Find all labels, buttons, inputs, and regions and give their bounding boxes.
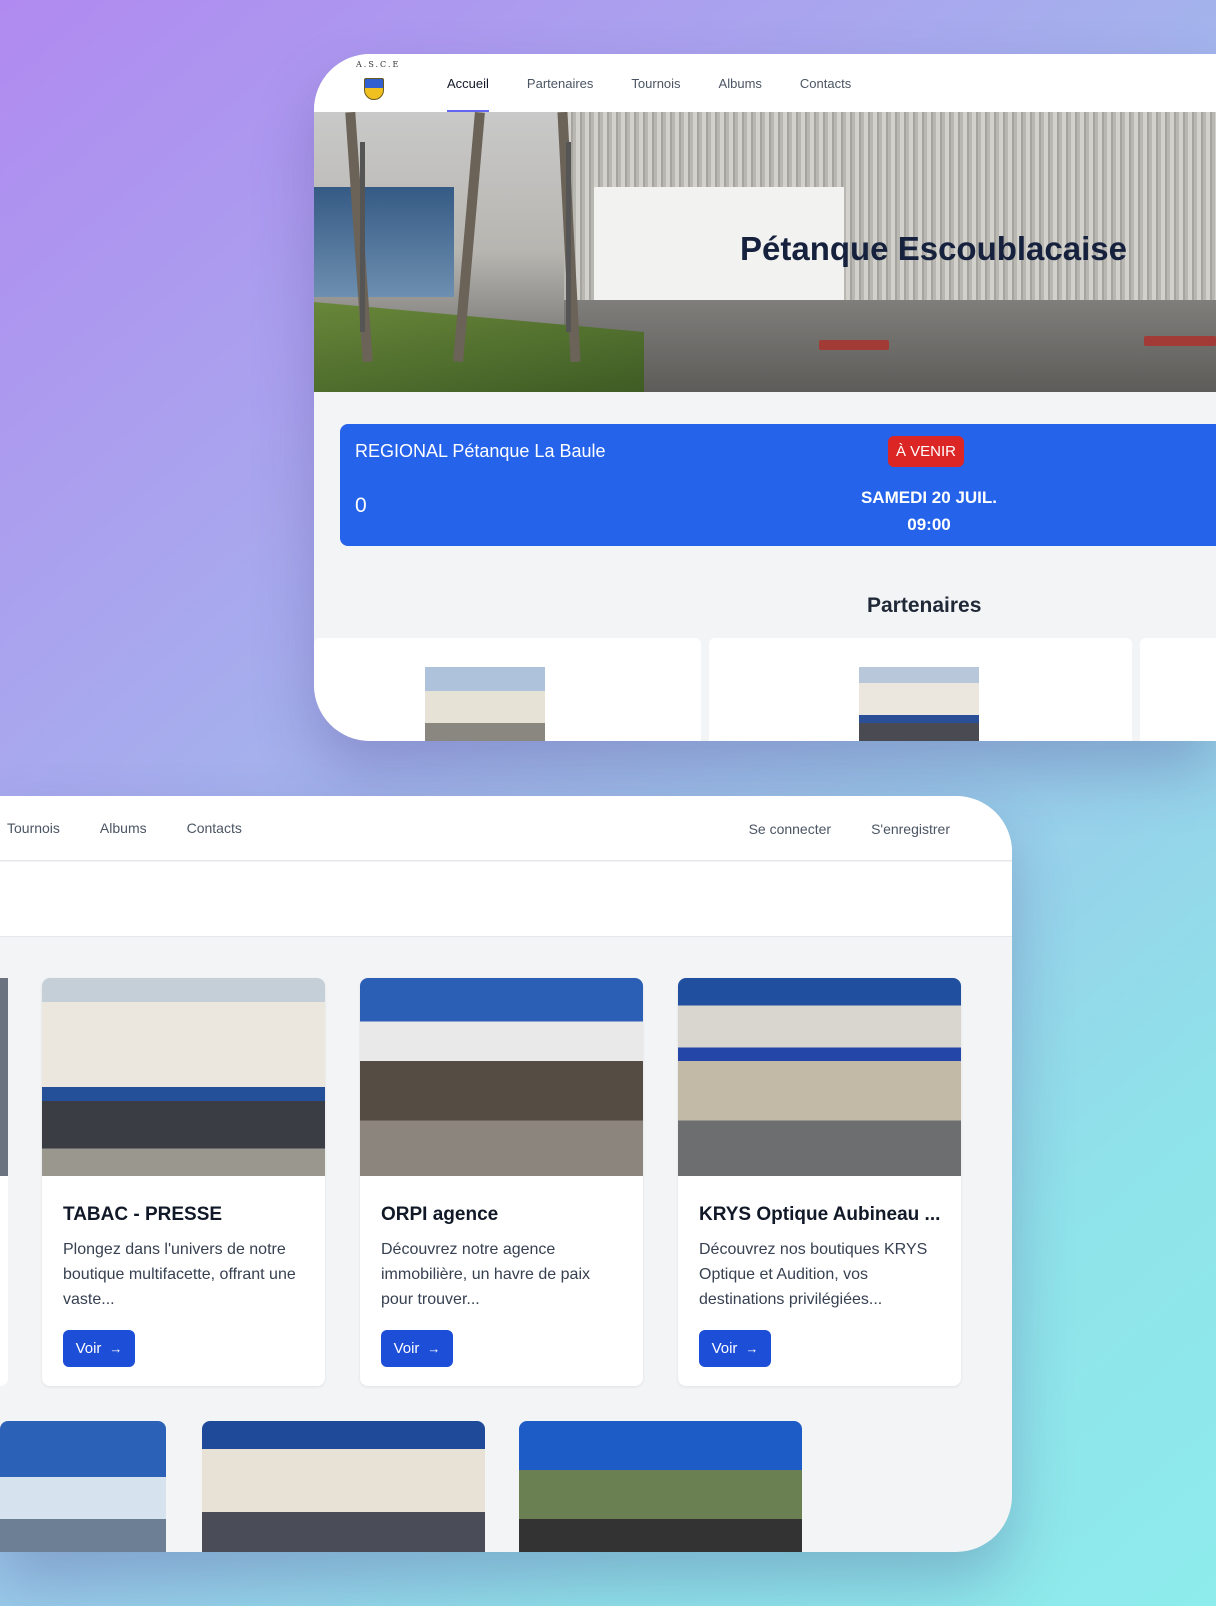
- partner-title: ORPI agence: [381, 1204, 499, 1225]
- page-header-bar: [0, 862, 1012, 937]
- hero-banner: Pétanque Escoublacaise: [314, 112, 1216, 392]
- event-participant-count: 0: [355, 494, 367, 517]
- nav-partenaires[interactable]: Partenaires: [508, 54, 612, 112]
- partner-card[interactable]: [709, 638, 1132, 741]
- hero-ground: [564, 300, 1216, 392]
- nav-contacts[interactable]: Contacts: [781, 54, 870, 112]
- login-link[interactable]: Se connecter: [729, 796, 852, 861]
- partners-page-window: Tournois Albums Contacts Se connecter S'…: [0, 796, 1012, 1552]
- nav-tournois[interactable]: Tournois: [0, 796, 80, 861]
- view-button[interactable]: Voir →: [381, 1330, 453, 1367]
- event-datetime: SAMEDI 20 JUIL. 09:00: [830, 484, 1028, 538]
- view-button-label: Voir: [393, 1340, 420, 1357]
- home-page-window: A.S.C.E Accueil Partenaires Tournois Alb…: [314, 54, 1216, 741]
- nav-albums[interactable]: Albums: [80, 796, 167, 861]
- nav-albums[interactable]: Albums: [700, 54, 781, 112]
- partner-card[interactable]: ORPI agence Découvrez notre agence immob…: [360, 978, 643, 1386]
- partners-heading: Partenaires: [867, 594, 982, 617]
- club-logo[interactable]: A.S.C.E: [354, 60, 398, 106]
- nav-contacts[interactable]: Contacts: [167, 796, 262, 861]
- partner-thumbnail: [425, 667, 545, 741]
- partner-card[interactable]: [314, 638, 701, 741]
- view-button-label: Voir: [711, 1340, 738, 1357]
- arrow-right-icon: →: [745, 1341, 759, 1356]
- register-link[interactable]: S'enregistrer: [851, 796, 970, 861]
- partner-title: KRYS Optique Aubineau ...: [699, 1204, 941, 1225]
- nav-tournois[interactable]: Tournois: [612, 54, 699, 112]
- partner-description: Découvrez notre agence immobilière, un h…: [381, 1241, 590, 1308]
- partner-image: [360, 978, 643, 1176]
- view-button[interactable]: Voir →: [63, 1330, 135, 1367]
- event-time: 09:00: [907, 515, 951, 534]
- nav-accueil[interactable]: Accueil: [428, 54, 508, 112]
- hero-bench: [1144, 336, 1216, 346]
- arrow-right-icon: →: [427, 1341, 441, 1356]
- partner-card[interactable]: TABAC - PRESSE Plongez dans l'univers de…: [42, 978, 325, 1386]
- logo-text: A.S.C.E: [356, 60, 401, 69]
- view-button-label: Voir: [75, 1340, 102, 1357]
- partner-card-image[interactable]: [202, 1421, 485, 1552]
- event-name: REGIONAL Pétanque La Baule: [355, 441, 606, 461]
- status-badge: À VENIR: [888, 436, 965, 467]
- partner-card-image[interactable]: [0, 1421, 166, 1552]
- partner-card[interactable]: [0, 978, 8, 1386]
- view-button[interactable]: Voir →: [699, 1330, 771, 1367]
- partner-image: [42, 978, 325, 1176]
- partner-description: Découvrez nos boutiques KRYS Optique et …: [699, 1241, 928, 1308]
- auth-links: Se connecter S'enregistrer: [729, 796, 970, 861]
- hero-glass-front: [314, 187, 454, 297]
- hero-title: Pétanque Escoublacaise: [740, 230, 1127, 267]
- partner-title: TABAC - PRESSE: [63, 1204, 223, 1225]
- partner-card[interactable]: [1140, 638, 1216, 741]
- partner-thumbnail: [859, 667, 979, 741]
- partners-navbar: Tournois Albums Contacts Se connecter S'…: [0, 796, 1012, 861]
- partner-image: [678, 978, 961, 1176]
- partner-description: Plongez dans l'univers de notre boutique…: [63, 1241, 296, 1308]
- hero-lamp-pole: [566, 142, 571, 332]
- event-date: SAMEDI 20 JUIL.: [860, 488, 998, 507]
- hero-lamp-pole: [360, 142, 365, 332]
- partner-card-image[interactable]: [519, 1421, 802, 1552]
- partner-image: [0, 978, 8, 1176]
- crest-icon: [364, 78, 384, 100]
- partner-card[interactable]: KRYS Optique Aubineau ... Découvrez nos …: [678, 978, 961, 1386]
- hero-bench: [819, 340, 889, 350]
- top-navbar: A.S.C.E Accueil Partenaires Tournois Alb…: [314, 54, 1216, 112]
- arrow-right-icon: →: [109, 1341, 123, 1356]
- event-banner[interactable]: REGIONAL Pétanque La Baule 0 À VENIR SAM…: [340, 424, 1216, 546]
